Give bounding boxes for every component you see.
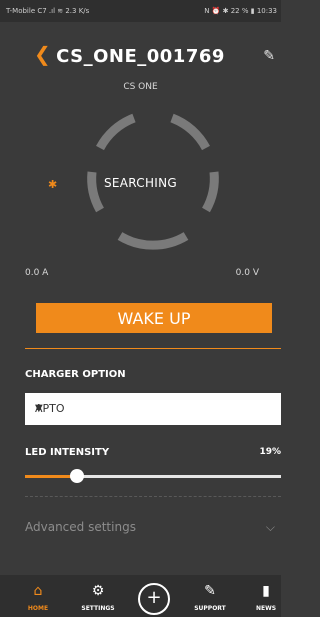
charger-option-select[interactable]: APTO ▼ bbox=[25, 393, 281, 425]
tab-label: SUPPORT bbox=[194, 605, 226, 612]
status-right: N ⏰ ✱ 22 % ▮ 10:33 bbox=[204, 7, 277, 15]
bottom-tab-bar: ⌂ HOME ⚙ SETTINGS + ✎ SUPPORT ▮ NEWS bbox=[0, 575, 281, 617]
caret-down-icon: ▼ bbox=[35, 403, 43, 414]
current-reading: 0.0 A bbox=[25, 268, 49, 278]
home-icon: ⌂ bbox=[33, 583, 43, 599]
led-intensity-label: LED INTENSITY bbox=[25, 447, 110, 458]
tab-label: NEWS bbox=[255, 605, 277, 612]
led-slider-thumb[interactable] bbox=[70, 469, 84, 483]
wake-up-button[interactable]: WAKE UP bbox=[36, 303, 272, 333]
charger-option-label: CHARGER OPTION bbox=[25, 369, 126, 380]
tab-label: HOME bbox=[27, 605, 49, 612]
tab-news[interactable]: ▮ NEWS bbox=[238, 575, 294, 617]
connection-status: SEARCHING bbox=[103, 176, 178, 190]
led-intensity-value: 19% bbox=[259, 447, 281, 457]
status-bar: T-Mobile C7 .ıl ≋ 2.3 K/s N ⏰ ✱ 22 % ▮ 1… bbox=[0, 0, 281, 22]
tab-label: SETTINGS bbox=[81, 605, 115, 612]
chevron-down-icon[interactable]: ⌵ bbox=[266, 520, 275, 535]
gear-icon: ⚙ bbox=[91, 583, 105, 599]
gauge-segment bbox=[170, 113, 210, 151]
device-model: CS ONE bbox=[123, 82, 158, 92]
gauge-segment bbox=[96, 113, 136, 151]
gauge-segment bbox=[117, 232, 189, 250]
tab-home[interactable]: ⌂ HOME bbox=[10, 575, 66, 617]
tab-support[interactable]: ✎ SUPPORT bbox=[182, 575, 238, 617]
status-left: T-Mobile C7 .ıl ≋ 2.3 K/s bbox=[6, 7, 90, 15]
divider bbox=[25, 496, 281, 497]
divider bbox=[25, 348, 281, 349]
header: ❮ CS_ONE_001769 ✎ bbox=[0, 22, 281, 78]
page-title: CS_ONE_001769 bbox=[56, 46, 225, 67]
advanced-settings-label[interactable]: Advanced settings bbox=[25, 520, 136, 534]
voltage-reading: 0.0 V bbox=[235, 268, 259, 278]
plus-icon: + bbox=[146, 587, 162, 608]
chat-bubble-icon: ✎ bbox=[204, 583, 216, 599]
news-icon: ▮ bbox=[262, 583, 270, 599]
tab-settings[interactable]: ⚙ SETTINGS bbox=[70, 575, 126, 617]
add-button[interactable]: + bbox=[138, 583, 170, 615]
edit-icon[interactable]: ✎ bbox=[263, 48, 275, 64]
